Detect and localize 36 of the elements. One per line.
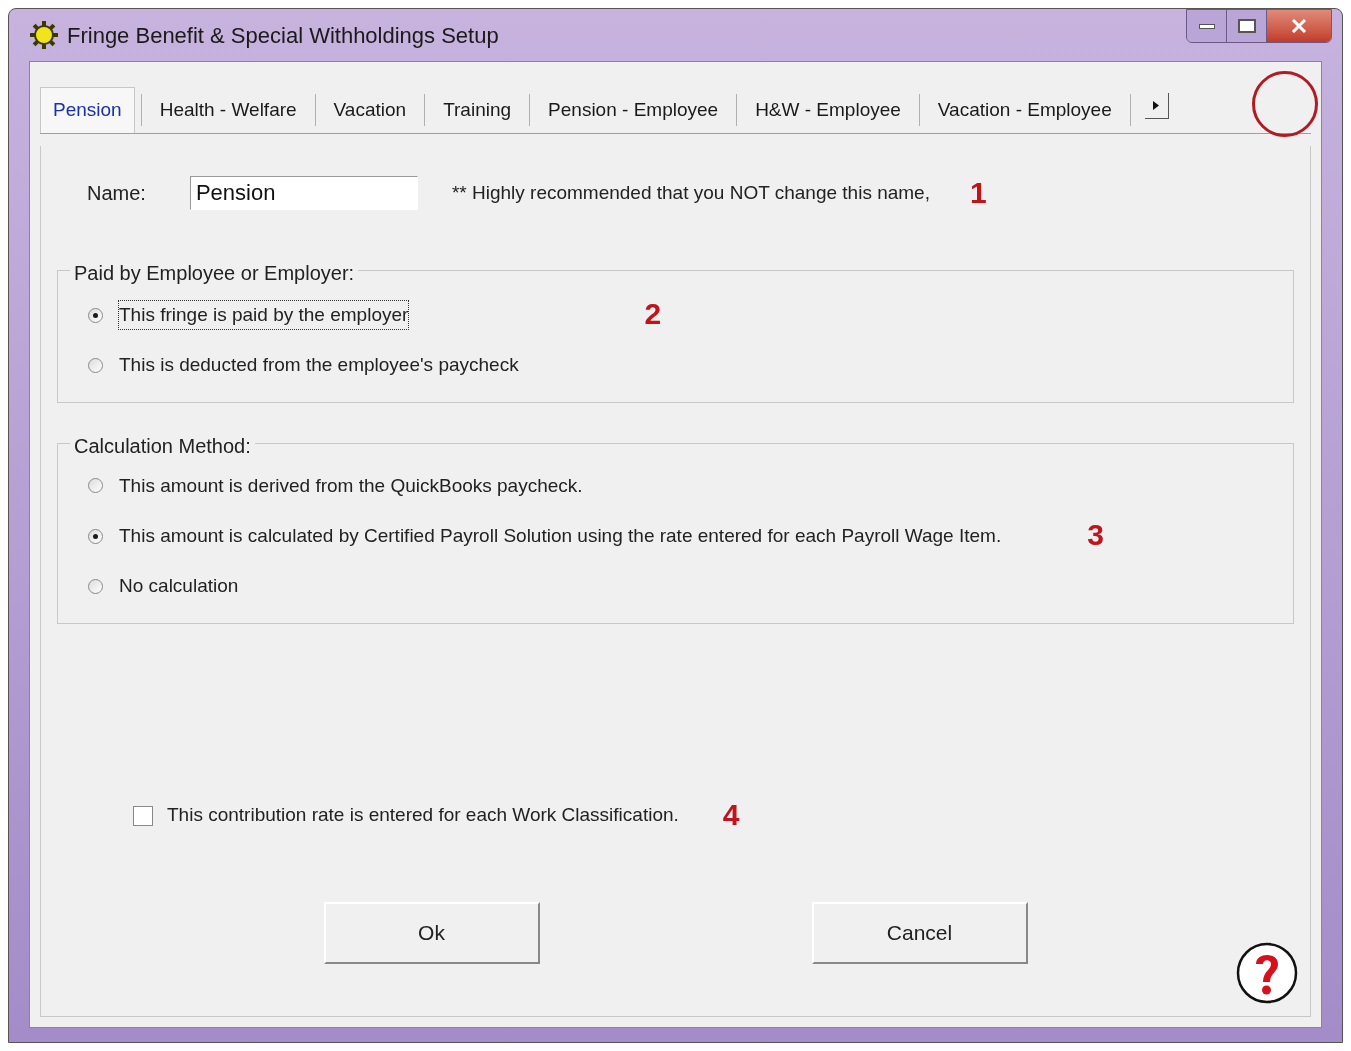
tab[interactable]: Vacation - Employee <box>925 87 1124 133</box>
dialog-button[interactable]: Ok <box>323 901 540 964</box>
right-arrow-icon <box>1153 101 1160 110</box>
checkbox-label: This contribution rate is entered for each Work Classification. <box>167 803 679 828</box>
close-icon <box>1291 19 1307 33</box>
tab[interactable]: Health - Welfare <box>147 87 309 133</box>
radio-button[interactable] <box>88 528 103 544</box>
tab[interactable]: Pension <box>40 87 135 133</box>
option-label: This is deducted from the employee's paycheck <box>119 353 519 377</box>
annotation-number: 4 <box>722 797 740 831</box>
warning-note: ** Highly recommended that you NOT change this name, <box>451 180 930 205</box>
checkbox[interactable] <box>133 805 153 826</box>
annotation-number: 2 <box>644 297 662 330</box>
radio-button[interactable] <box>88 578 103 594</box>
radio-button[interactable] <box>88 357 103 373</box>
help-icon[interactable] <box>1236 942 1298 1004</box>
option-label: This fringe is paid by the employer <box>119 300 409 330</box>
annotation-number: 1 <box>969 178 987 208</box>
tab[interactable]: H&W - Employee <box>743 87 913 133</box>
gear-icon <box>29 20 59 50</box>
tab[interactable]: Training <box>431 87 524 133</box>
radio-button[interactable] <box>88 478 103 494</box>
minimize-button[interactable] <box>1187 10 1227 42</box>
scroll-tabs-button[interactable] <box>1144 93 1169 119</box>
option-label: This amount is derived from the QuickBooks paycheck. <box>119 473 583 498</box>
window-title: Fringe Benefit & Special Withholdings Setup <box>67 21 499 50</box>
dialog-button[interactable]: Cancel <box>811 901 1028 964</box>
tab[interactable]: Vacation <box>321 87 419 133</box>
tab[interactable]: Pension - Employee <box>536 87 731 133</box>
radio-button[interactable] <box>88 307 103 323</box>
field-label: Name: <box>87 181 146 206</box>
option-label: This amount is calculated by Certified Payroll Solution using the rate entered for each Payroll Wage Item. <box>119 523 1002 548</box>
name-field[interactable]: Pension <box>189 176 418 210</box>
option-label: No calculation <box>119 574 239 598</box>
annotation-number: 3 <box>1087 518 1104 551</box>
close-button[interactable] <box>1267 10 1331 42</box>
